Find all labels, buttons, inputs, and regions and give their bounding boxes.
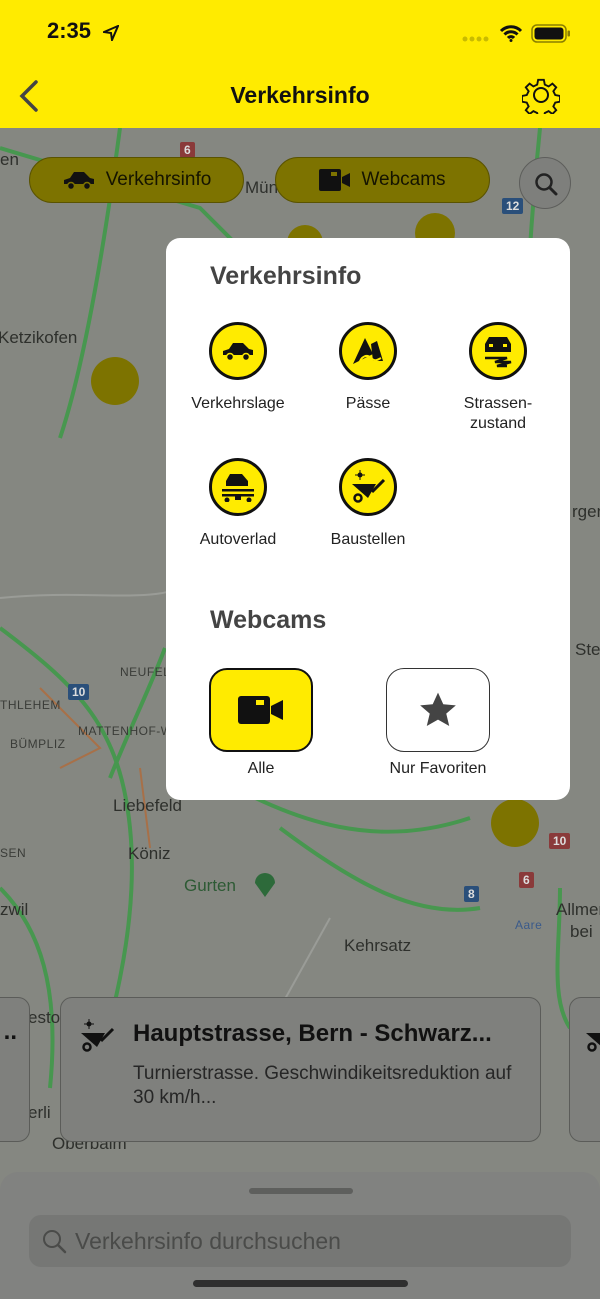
webcam-option-alle[interactable] xyxy=(209,668,313,752)
car-icon xyxy=(209,322,267,380)
webcam-option-label: Nur Favoriten xyxy=(389,760,487,777)
category-strassenzustand[interactable]: Strassen- zustand xyxy=(433,322,563,434)
wheelbarrow-icon xyxy=(339,458,397,516)
info-card-next[interactable] xyxy=(569,997,600,1142)
card-description: Turnierstrasse. Geschwindikeitsreduktion… xyxy=(133,1063,512,1108)
car-icon xyxy=(63,172,94,190)
webcam-option-favoriten[interactable] xyxy=(386,668,490,752)
map-label: en xyxy=(0,150,19,169)
map-label: esto xyxy=(28,1008,61,1027)
category-label: Autoverlad xyxy=(199,531,277,548)
card-title: Hauptstrasse, Bern - Schwarz... xyxy=(133,1020,492,1047)
map-label: Ste xyxy=(575,640,600,659)
category-label: Verkehrslage xyxy=(191,395,285,412)
section-title-verkehrsinfo: Verkehrsinfo xyxy=(210,262,362,290)
info-card-previous[interactable]: .. xyxy=(0,997,30,1142)
bottom-sheet: Verkehrsinfo durchsuchen xyxy=(0,1172,600,1299)
location-arrow-icon xyxy=(103,25,119,41)
road-shield: 10 xyxy=(68,684,90,700)
map-search-button[interactable] xyxy=(519,157,571,209)
road-shield: 12 xyxy=(502,198,524,214)
category-autoverlad[interactable]: Autoverlad xyxy=(173,458,303,550)
map-label: Liebefeld xyxy=(113,796,183,815)
map-label: Ketzikofen xyxy=(0,328,78,347)
road-shield: 10 xyxy=(549,833,571,849)
status-time: 2:35 xyxy=(47,18,92,43)
map-label: Köniz xyxy=(128,844,171,863)
signal-icon xyxy=(462,36,489,42)
slippery-road-icon xyxy=(469,322,527,380)
map-label: rgen xyxy=(572,502,600,521)
category-label: Strassen- zustand xyxy=(463,395,533,432)
car-train-icon xyxy=(209,458,267,516)
mountain-pass-icon xyxy=(339,322,397,380)
category-baustellen[interactable]: Baustellen xyxy=(303,458,433,550)
wheelbarrow-icon xyxy=(586,1033,600,1052)
battery-icon xyxy=(531,24,570,43)
map-label: Kehrsatz xyxy=(344,936,412,955)
map-label: BÜMPLIZ xyxy=(10,737,66,751)
search-placeholder: Verkehrsinfo durchsuchen xyxy=(75,1227,341,1254)
video-camera-icon xyxy=(238,696,283,724)
map-label: Allmen xyxy=(556,900,600,919)
map-label: THLEHEM xyxy=(0,698,61,712)
map-label: SEN xyxy=(0,846,27,860)
wifi-icon xyxy=(499,25,523,42)
wheelbarrow-icon xyxy=(81,1019,115,1052)
map-label: Aare xyxy=(515,918,543,932)
filter-label: Webcams xyxy=(361,169,446,190)
settings-button[interactable] xyxy=(522,76,560,114)
road-shield: 6 xyxy=(519,872,534,888)
map-label: Gurten xyxy=(184,876,236,895)
category-paesse[interactable]: Pässe xyxy=(303,322,433,414)
section-title-webcams: Webcams xyxy=(210,606,327,634)
webcam-option-label: Alle xyxy=(247,760,275,777)
map-label: erli xyxy=(28,1103,51,1122)
filter-webcams[interactable]: Webcams xyxy=(275,157,490,203)
map-label: bei xyxy=(570,922,593,941)
road-shield: 8 xyxy=(464,886,479,902)
category-label: Baustellen xyxy=(330,531,406,548)
header: 2:35 Verkehrsinfo xyxy=(0,0,600,128)
filter-label: Verkehrsinfo xyxy=(105,169,212,190)
road-shield: 6 xyxy=(180,142,195,158)
category-verkehrslage[interactable]: Verkehrslage xyxy=(173,322,303,414)
search-icon xyxy=(535,173,558,196)
info-card[interactable]: Hauptstrasse, Bern - Schwarz... Turniers… xyxy=(60,997,541,1142)
search-input[interactable]: Verkehrsinfo durchsuchen xyxy=(29,1215,571,1267)
category-label: Pässe xyxy=(345,395,391,412)
map-label: Mün xyxy=(245,178,279,197)
layer-popup: Verkehrsinfo Verkehrslage Pässe Strassen… xyxy=(166,238,570,800)
sheet-grabber[interactable] xyxy=(249,1188,353,1194)
star-icon xyxy=(420,692,456,727)
home-indicator xyxy=(193,1280,408,1287)
map-label: MATTENHOF-W xyxy=(78,724,173,738)
filter-verkehrsinfo[interactable]: Verkehrsinfo xyxy=(29,157,244,203)
map-label: zwil xyxy=(0,900,29,919)
search-icon xyxy=(43,1230,67,1254)
video-camera-icon xyxy=(319,169,351,191)
page-title: Verkehrsinfo xyxy=(230,82,370,108)
